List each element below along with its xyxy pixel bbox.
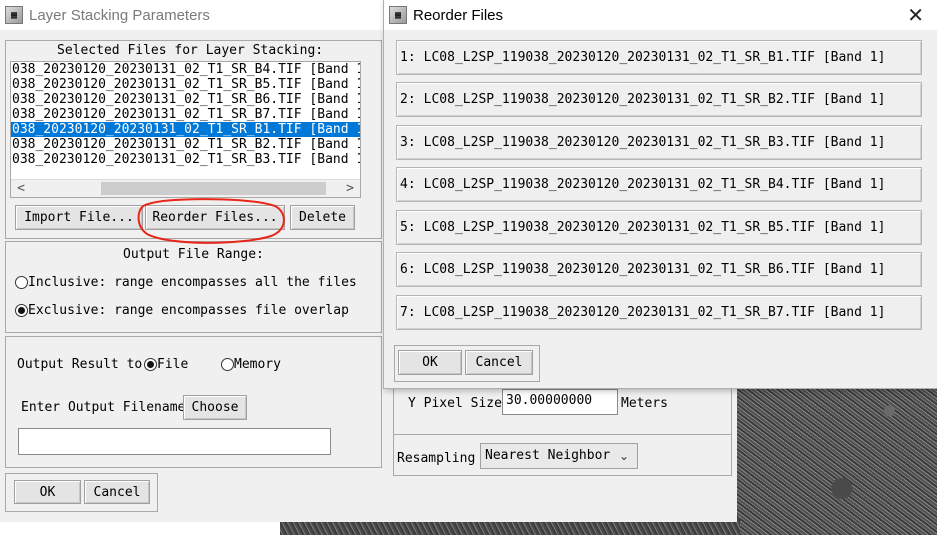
ls-cancel-button[interactable]: Cancel — [84, 480, 150, 504]
resampling-group: Resampling Nearest Neighbor ⌄ — [393, 434, 732, 476]
reorder-file-button[interactable]: 7: LC08_L2SP_119038_20230120_20230131_02_… — [396, 295, 922, 330]
reorder-dialog-title: Reorder Files — [413, 6, 504, 24]
reorder-item-label: LC08_L2SP_119038_20230120_20230131_02_T1… — [423, 305, 886, 320]
reorder-file-button[interactable]: 5: LC08_L2SP_119038_20230120_20230131_02_… — [396, 210, 922, 245]
delete-button[interactable]: Delete — [290, 205, 355, 230]
resampling-select[interactable]: Nearest Neighbor ⌄ — [480, 443, 638, 469]
output-file-label: File — [157, 357, 189, 372]
reorder-file-button[interactable]: 6: LC08_L2SP_119038_20230120_20230131_02_… — [396, 252, 922, 287]
file-list-row[interactable]: 038_20230120_20230131_02_T1_SR_B1.TIF [B… — [11, 122, 360, 137]
reorder-item-number: 2: — [400, 92, 416, 107]
resampling-value: Nearest Neighbor — [485, 448, 611, 463]
scroll-right-icon[interactable]: > — [342, 180, 358, 197]
file-list-row[interactable]: 038_20230120_20230131_02_T1_SR_B5.TIF [B… — [11, 77, 360, 92]
pixel-settings-panel: Y Pixel Size 30.00000000 Meters Resampli… — [383, 388, 737, 522]
y-pixel-size-input[interactable]: 30.00000000 — [502, 389, 618, 415]
reorder-file-button[interactable]: 4: LC08_L2SP_119038_20230120_20230131_02_… — [396, 167, 922, 202]
reorder-item-label: LC08_L2SP_119038_20230120_20230131_02_T1… — [423, 50, 886, 65]
window-title: Layer Stacking Parameters — [29, 6, 210, 24]
reorder-item-number: 1: — [400, 50, 416, 65]
inclusive-radio[interactable] — [15, 276, 28, 289]
pixel-size-group: Y Pixel Size 30.00000000 Meters — [393, 388, 732, 435]
reorder-item-number: 5: — [400, 220, 416, 235]
reorder-files-button[interactable]: Reorder Files... — [145, 205, 285, 230]
reorder-files-dialog: ▦ Reorder Files ✕ 1: LC08_L2SP_119038_202… — [383, 0, 937, 389]
output-filename-label: Enter Output Filename — [21, 400, 186, 415]
file-list-row[interactable]: 038_20230120_20230131_02_T1_SR_B7.TIF [B… — [11, 107, 360, 122]
output-memory-label: Memory — [234, 357, 281, 372]
reorder-item-number: 4: — [400, 177, 416, 192]
output-file-radio[interactable] — [144, 358, 157, 371]
scrollbar-thumb[interactable] — [101, 182, 326, 195]
reorder-ok-button[interactable]: OK — [398, 350, 462, 375]
reorder-item-label: LC08_L2SP_119038_20230120_20230131_02_T1… — [423, 92, 886, 107]
inclusive-label: Inclusive: range encompasses all the fil… — [28, 275, 357, 290]
reorder-item-label: LC08_L2SP_119038_20230120_20230131_02_T1… — [423, 220, 886, 235]
envi-window-icon: ▦ — [5, 6, 23, 24]
exclusive-option[interactable]: Exclusive: range encompasses file overla… — [15, 303, 349, 318]
envi-window-icon: ▦ — [389, 6, 407, 24]
output-range-group: Output File Range: Inclusive: range enco… — [5, 241, 382, 333]
layer-stacking-titlebar[interactable]: ▦ Layer Stacking Parameters — [0, 0, 383, 30]
close-icon[interactable]: ✕ — [907, 5, 924, 25]
output-result-to-label: Output Result to — [17, 357, 143, 372]
file-list-row[interactable]: 038_20230120_20230131_02_T1_SR_B6.TIF [B… — [11, 92, 360, 107]
import-file-button[interactable]: Import File... — [15, 205, 143, 230]
pixel-unit-label: Meters — [621, 396, 668, 411]
output-memory-option[interactable]: Memory — [221, 357, 281, 372]
output-filename-input[interactable] — [18, 428, 331, 455]
horizontal-scrollbar[interactable]: < > — [11, 179, 360, 197]
reorder-item-label: LC08_L2SP_119038_20230120_20230131_02_T1… — [423, 135, 886, 150]
reorder-cancel-button[interactable]: Cancel — [465, 350, 533, 375]
file-list-row[interactable]: 038_20230120_20230131_02_T1_SR_B4.TIF [B… — [11, 62, 360, 77]
resampling-label: Resampling — [397, 451, 476, 466]
output-memory-radio[interactable] — [221, 358, 234, 371]
ls-ok-button[interactable]: OK — [14, 480, 81, 504]
file-list-row[interactable]: 038_20230120_20230131_02_T1_SR_B2.TIF [B… — [11, 137, 360, 152]
exclusive-label: Exclusive: range encompasses file overla… — [28, 303, 349, 318]
y-pixel-size-label: Y Pixel Size — [408, 396, 502, 411]
reorder-file-button[interactable]: 1: LC08_L2SP_119038_20230120_20230131_02_… — [396, 40, 922, 75]
reorder-item-number: 7: — [400, 305, 416, 320]
reorder-item-number: 3: — [400, 135, 416, 150]
reorder-item-label: LC08_L2SP_119038_20230120_20230131_02_T1… — [423, 262, 886, 277]
scroll-left-icon[interactable]: < — [13, 180, 29, 197]
reorder-file-button[interactable]: 2: LC08_L2SP_119038_20230120_20230131_02_… — [396, 82, 922, 117]
chevron-down-icon: ⌄ — [618, 449, 629, 463]
selected-files-listbox[interactable]: 038_20230120_20230131_02_T1_SR_B4.TIF [B… — [10, 61, 361, 198]
inclusive-option[interactable]: Inclusive: range encompasses all the fil… — [15, 275, 357, 290]
output-file-option[interactable]: File — [144, 357, 188, 372]
choose-button[interactable]: Choose — [183, 395, 247, 420]
reorder-item-label: LC08_L2SP_119038_20230120_20230131_02_T1… — [423, 177, 886, 192]
reorder-titlebar[interactable]: ▦ Reorder Files ✕ — [384, 0, 937, 30]
reorder-file-button[interactable]: 3: LC08_L2SP_119038_20230120_20230131_02_… — [396, 125, 922, 160]
selected-files-label: Selected Files for Layer Stacking: — [57, 43, 324, 58]
layer-stacking-window: ▦ Layer Stacking Parameters Selected Fil… — [0, 0, 384, 522]
exclusive-radio[interactable] — [15, 304, 28, 317]
reorder-item-number: 6: — [400, 262, 416, 277]
file-list-row[interactable]: 038_20230120_20230131_02_T1_SR_B3.TIF [B… — [11, 152, 360, 167]
output-range-label: Output File Range: — [123, 247, 264, 262]
